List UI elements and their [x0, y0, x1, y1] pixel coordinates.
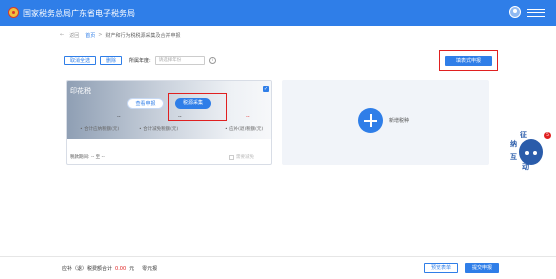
- reduction-option[interactable]: 需要减免: [229, 154, 254, 160]
- breadcrumb-home-link[interactable]: 首页: [85, 32, 95, 39]
- refund-label: • 应补(退)税额(元): [225, 127, 264, 132]
- assistant-eye: [533, 151, 537, 155]
- back-arrow-icon[interactable]: ←: [60, 32, 64, 38]
- payable-label: • 合计应纳税额(元): [80, 127, 120, 132]
- assistant-hint-char: 动: [522, 163, 529, 171]
- form-declare-button[interactable]: 填表式申报: [445, 56, 492, 66]
- total-unit: 元: [129, 266, 135, 272]
- assistant-hint-char: 互: [510, 153, 517, 161]
- breadcrumb: ← 返回 首页 > 财产和行为税税源采集及合并申报: [60, 30, 180, 40]
- year-select[interactable]: 请选择年份: [154, 55, 205, 65]
- assistant-hint-char: 征: [520, 131, 527, 139]
- assistant-hint-char: 纳: [510, 140, 517, 148]
- menu-icon[interactable]: [527, 9, 545, 17]
- reduction-label: • 合计减免税额(元): [139, 127, 179, 132]
- card-footer: 税款期间: -- 至 -- 需要减免: [67, 139, 271, 164]
- info-icon[interactable]: i: [208, 56, 216, 64]
- source-collection-highlight: [168, 93, 227, 121]
- payable-amount: --: [117, 114, 121, 120]
- total-amount: 0.00: [115, 265, 127, 272]
- tax-emblem-icon: [8, 7, 19, 18]
- assistant-widget[interactable]: 征 纳 互 动 5: [510, 130, 551, 172]
- period-label: 税款期间:: [70, 155, 90, 160]
- plus-icon[interactable]: [358, 108, 383, 133]
- reduction-option-label: 需要减免: [236, 155, 254, 160]
- toolbar: 取消全选 删除 所属年度: 请选择年份 i: [64, 55, 216, 65]
- footer-summary: 应补（退）税费额合计 0.00 元 零元报: [62, 265, 157, 273]
- assistant-eye: [525, 151, 529, 155]
- total-label: 应补（退）税费额合计: [62, 266, 113, 272]
- delete-button[interactable]: 删除: [100, 55, 123, 65]
- zero-declare-text[interactable]: 零元报: [142, 265, 157, 272]
- add-tax-card[interactable]: 新增税种: [282, 80, 489, 165]
- view-declaration-button[interactable]: 查看申报: [127, 98, 164, 109]
- footer-bar: 应补（退）税费额合计 0.00 元 零元报 预览表单 提交申报: [0, 256, 556, 279]
- user-avatar-icon[interactable]: [509, 6, 521, 18]
- period-value: -- 至 --: [90, 155, 105, 160]
- reduction-checkbox[interactable]: [229, 154, 234, 160]
- add-tax-label: 新增税种: [389, 118, 410, 124]
- preview-form-button[interactable]: 预览表单: [424, 263, 458, 273]
- back-link[interactable]: 返回: [69, 32, 79, 39]
- app-title: 国家税务总局广东省电子税务局: [23, 9, 135, 18]
- notification-badge: 5: [544, 132, 551, 139]
- submit-declaration-button[interactable]: 提交申报: [465, 263, 499, 273]
- refund-amount: --: [246, 114, 250, 120]
- year-label: 所属年度:: [129, 57, 151, 64]
- breadcrumb-current: 财产和行为税税源采集及合并申报: [105, 32, 181, 39]
- tax-name: 印花税: [70, 87, 91, 95]
- cancel-select-all-button[interactable]: 取消全选: [64, 55, 97, 65]
- tax-period: 税款期间: -- 至 --: [70, 154, 105, 160]
- top-bar: 国家税务总局广东省电子税务局: [0, 0, 556, 26]
- breadcrumb-separator: >: [98, 32, 103, 38]
- card-checkbox[interactable]: ✓: [263, 86, 269, 92]
